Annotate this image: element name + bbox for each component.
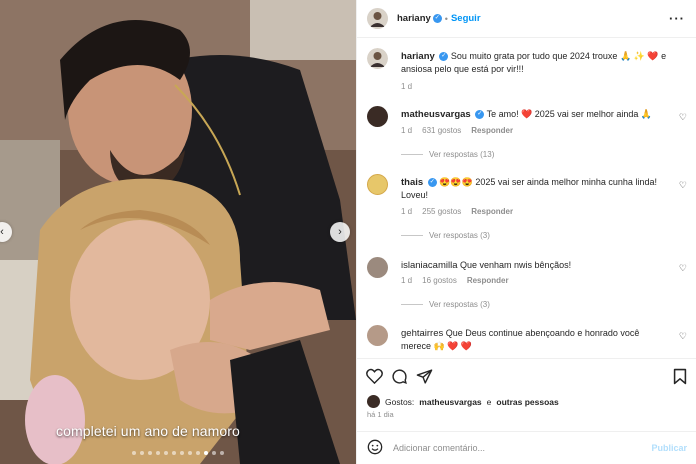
avatar[interactable] [367,106,388,127]
likes-others[interactable]: outras pessoas [496,397,558,407]
divider [401,304,423,305]
carousel-indicator [0,451,356,455]
carousel-dot [196,451,200,455]
post-side-panel: hariany ✓ • Seguir ··· hariany ✓ Sou mui… [356,0,696,464]
comment-time: 1 d [401,207,413,216]
reply-button[interactable]: Responder [471,207,513,216]
caption-username[interactable]: hariany [401,51,435,62]
carousel-dot [220,451,224,455]
comment-text: thais ✓ 😍😍😍 2025 vai ser ainda melhor mi… [401,176,671,202]
carousel-dot [212,451,216,455]
post-time: há 1 dia [367,410,394,419]
carousel-dot [148,451,152,455]
comment-text: matheusvargas ✓ Te amo! ❤️ 2025 vai ser … [401,108,671,121]
avatar[interactable] [367,325,388,346]
post-header: hariany ✓ • Seguir ··· [357,0,696,38]
comments-list[interactable]: hariany ✓ Sou muito grata por tudo que 2… [357,38,696,358]
comment-like-icon[interactable]: ♡ [679,263,687,274]
comment-like-icon[interactable]: ♡ [679,331,687,342]
comment-body: Que venham nwis bênçãos! [460,260,572,270]
instagram-post-view: ‹ › completei um ano de namoro hariany ✓… [0,0,696,464]
likes-connector: e [486,396,492,407]
comment-likes[interactable]: 255 gostos [422,207,461,216]
likes-user[interactable]: matheusvargas [419,397,481,407]
profile-photo-icon [367,48,388,69]
carousel-dot [140,451,144,455]
comment-likes[interactable]: 631 gostos [422,126,461,135]
comment-text: islaniacamilla Que venham nwis bênçãos! [401,259,671,272]
heart-icon[interactable] [365,367,383,385]
reply-button[interactable]: Responder [471,126,513,135]
couple-photo [0,0,356,464]
header-username[interactable]: hariany [397,13,431,24]
comment-like-icon[interactable]: ♡ [679,112,687,123]
view-replies-label[interactable]: Ver respostas (13) [429,150,494,159]
comment-time: 1 d [401,126,413,135]
emoji-icon[interactable] [367,439,383,457]
bookmark-icon[interactable] [671,367,689,385]
photo-caption: completei um ano de namoro [56,423,240,439]
more-horizontal-icon[interactable]: ··· [669,11,685,26]
avatar[interactable] [367,174,388,195]
caption-meta: 1 d [401,82,412,91]
publish-button[interactable]: Publicar [651,443,687,453]
carousel-dot [180,451,184,455]
verified-badge-icon: ✓ [427,178,437,188]
divider [401,154,423,155]
verified-badge-icon: ✓ [439,52,449,62]
view-replies-button[interactable]: Ver respostas (13) [401,150,494,159]
chevron-left-icon: ‹ [0,226,4,238]
share-icon[interactable] [415,367,433,385]
comment-meta: 1 d 255 gostos Responder [401,207,513,216]
carousel-dot [164,451,168,455]
carousel-dot [188,451,192,455]
profile-photo-icon [367,8,388,29]
comment-text: gehtairres Que Deus continue abençoando … [401,327,671,353]
comment-like-icon[interactable]: ♡ [679,180,687,191]
comment-meta: 1 d 631 gostos Responder [401,126,513,135]
divider [401,235,423,236]
likes-summary[interactable]: Gostos: matheusvargas e outras pessoas [367,395,559,408]
avatar[interactable] [367,257,388,278]
comment-body: Te amo! ❤️ 2025 vai ser melhor ainda 🙏 [486,109,653,119]
view-replies-label[interactable]: Ver respostas (3) [429,231,490,240]
avatar[interactable] [367,8,388,29]
comment-username[interactable]: gehtairres [401,328,443,339]
verified-badge-icon: ✓ [475,110,485,120]
comment-username[interactable]: matheusvargas [401,109,471,120]
carousel-dot [204,451,208,455]
likes-label: Gostos: [385,396,415,407]
carousel-dot [172,451,176,455]
view-replies-button[interactable]: Ver respostas (3) [401,231,490,240]
avatar[interactable] [367,48,388,69]
reply-button[interactable]: Responder [467,276,509,285]
view-replies-button[interactable]: Ver respostas (3) [401,300,490,309]
caption-time: 1 d [401,82,413,91]
comment-username[interactable]: thais [401,177,423,188]
avatar [367,395,380,408]
comment-meta: 1 d 16 gostos Responder [401,276,509,285]
comment-username[interactable]: islaniacamilla [401,260,458,271]
comment-likes[interactable]: 16 gostos [422,276,457,285]
post-actions [357,358,696,394]
comment-input[interactable] [393,443,633,453]
carousel-dot [132,451,136,455]
chevron-right-icon: › [338,226,342,238]
carousel-dot [156,451,160,455]
next-photo-button[interactable]: › [330,222,350,242]
view-replies-label[interactable]: Ver respostas (3) [429,300,490,309]
comment-icon[interactable] [390,367,408,385]
header-separator: • [444,13,448,24]
follow-button[interactable]: Seguir [451,13,481,24]
comment-time: 1 d [401,276,413,285]
comment-body: 😍😍😍 2025 vai ser ainda melhor minha cunh… [401,177,657,200]
post-photo[interactable]: ‹ › completei um ano de namoro [0,0,356,464]
add-comment-bar: Publicar [357,431,696,464]
caption-text: hariany ✓ Sou muito grata por tudo que 2… [401,50,671,76]
verified-badge-icon: ✓ [432,14,442,23]
